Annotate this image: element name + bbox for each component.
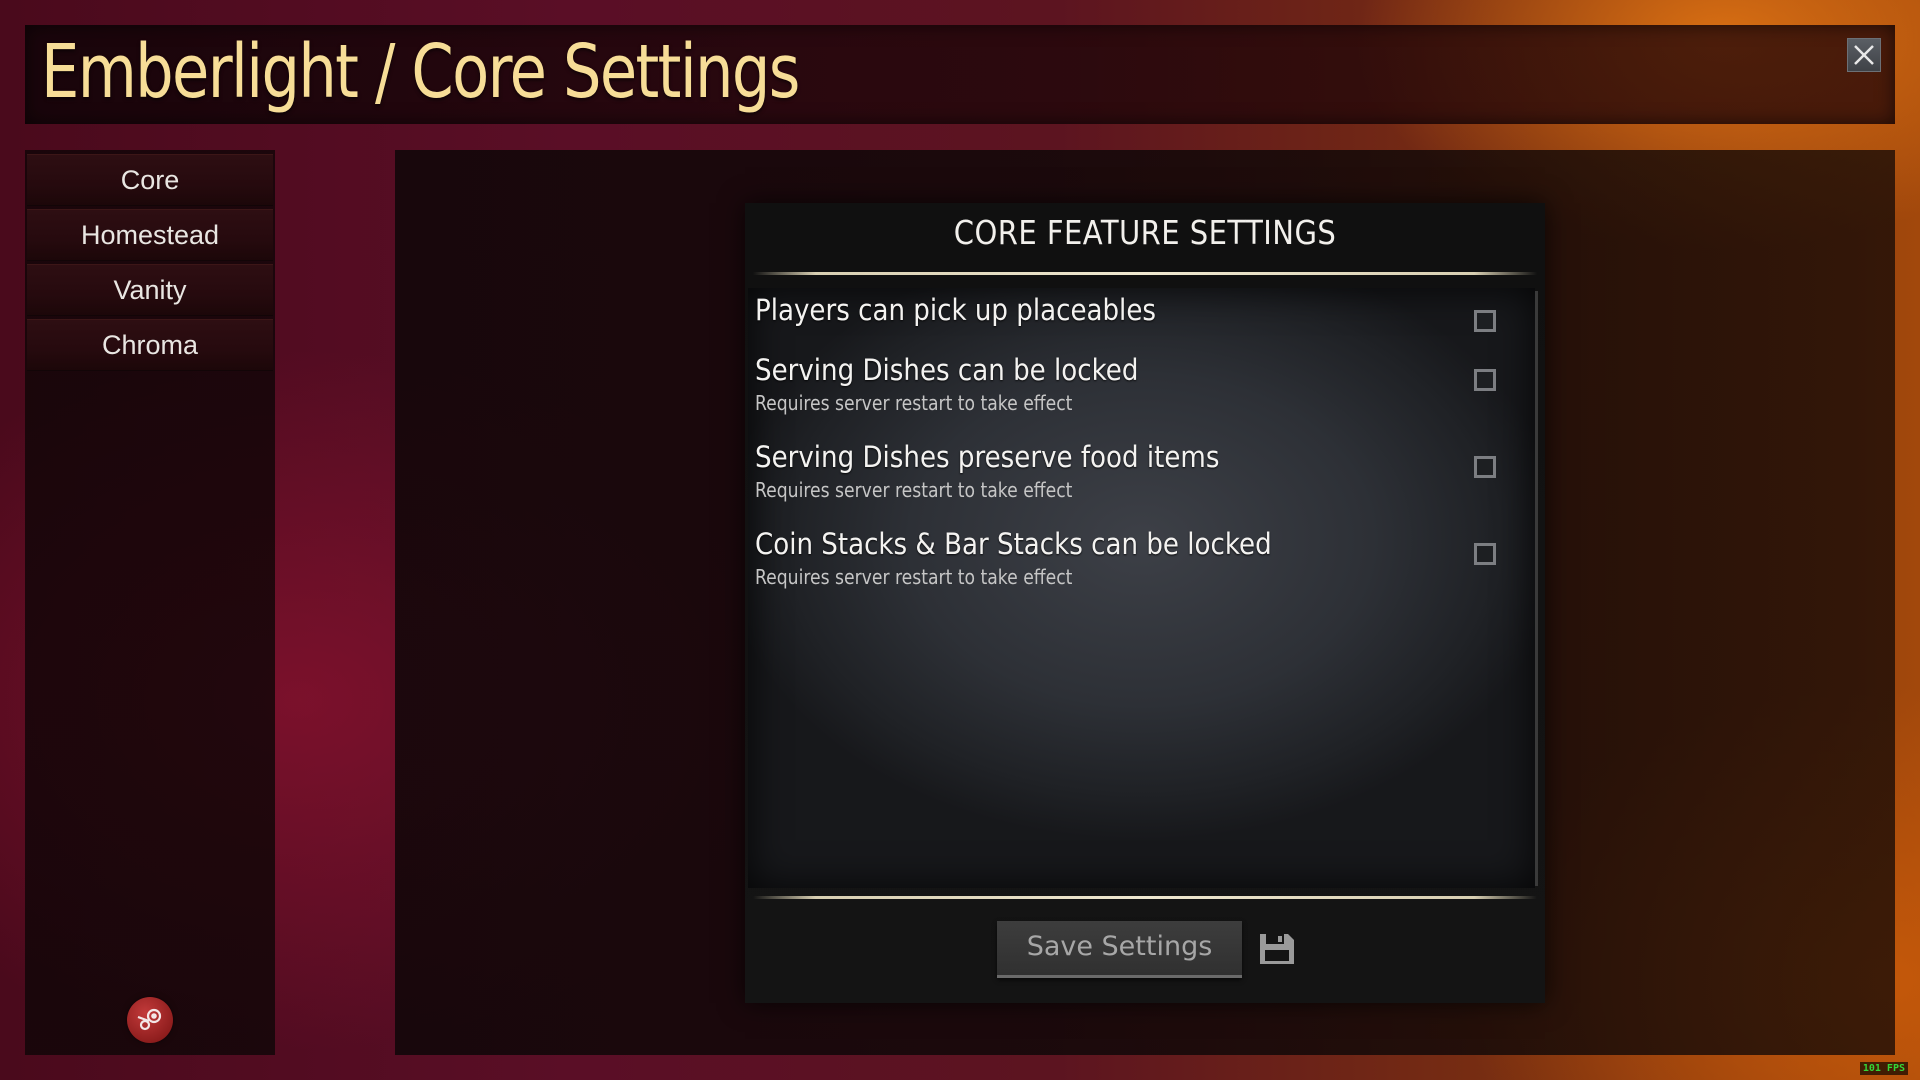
options-list: Players can pick up placeables Serving D…: [748, 288, 1535, 888]
option-label: Coin Stacks & Bar Stacks can be locked: [755, 527, 1272, 561]
option-note: Requires server restart to take effect: [755, 391, 1073, 415]
scrollbar[interactable]: [1535, 291, 1538, 886]
option-checkbox[interactable]: [1474, 456, 1496, 478]
sidebar-item-chroma[interactable]: Chroma: [27, 319, 273, 371]
save-settings-button[interactable]: Save Settings: [997, 921, 1242, 978]
option-label: Serving Dishes can be locked: [755, 353, 1139, 387]
steam-icon: [137, 1008, 162, 1031]
sidebar-item-core[interactable]: Core: [27, 154, 273, 206]
option-checkbox[interactable]: [1474, 543, 1496, 565]
option-note: Requires server restart to take effect: [755, 565, 1073, 589]
option-note: Requires server restart to take effect: [755, 478, 1073, 502]
option-checkbox[interactable]: [1474, 369, 1496, 391]
divider-top: [753, 272, 1537, 275]
section-title: CORE FEATURE SETTINGS: [953, 213, 1337, 252]
fps-counter: 101 FPS: [1859, 1062, 1908, 1075]
floppy-disk-icon: [1260, 934, 1294, 964]
divider-bottom: [753, 896, 1537, 899]
save-icon-button[interactable]: [1257, 931, 1297, 967]
sidebar-item-vanity[interactable]: Vanity: [27, 264, 273, 316]
page-title: Emberlight / Core Settings: [41, 29, 800, 115]
settings-card: CORE FEATURE SETTINGS Players can pick u…: [745, 203, 1545, 1003]
close-button[interactable]: [1847, 38, 1881, 72]
sidebar: Core Homestead Vanity Chroma: [25, 150, 275, 1055]
steam-button[interactable]: [127, 997, 173, 1043]
close-icon: [1854, 45, 1874, 65]
option-label: Players can pick up placeables: [755, 293, 1156, 327]
option-checkbox[interactable]: [1474, 310, 1496, 332]
title-bar: Emberlight / Core Settings: [25, 25, 1895, 124]
sidebar-item-homestead[interactable]: Homestead: [27, 209, 273, 261]
option-label: Serving Dishes preserve food items: [755, 440, 1220, 474]
